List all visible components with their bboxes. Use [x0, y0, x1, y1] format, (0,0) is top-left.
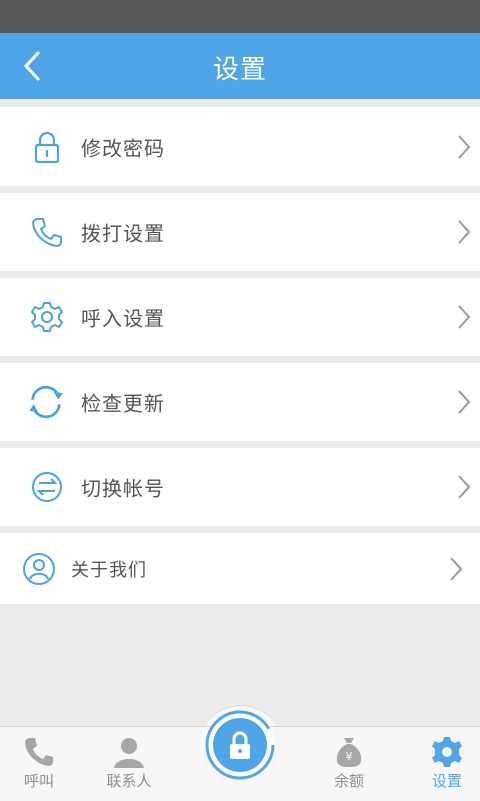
tab-label: 呼叫 [23, 772, 54, 790]
chevron-right-icon [458, 305, 471, 329]
user-icon [23, 552, 55, 585]
chevron-right-icon [458, 220, 471, 244]
refresh-icon [29, 385, 63, 419]
settings-item-incoming-settings[interactable]: 呼入设置 [0, 278, 480, 356]
svg-text:¥: ¥ [346, 750, 353, 763]
gear-icon [31, 302, 63, 332]
tab-settings[interactable]: 设置 [412, 727, 480, 801]
settings-item-label: 修改密码 [81, 136, 165, 160]
gear-icon [432, 737, 462, 767]
settings-item-change-password[interactable]: 修改密码 [0, 107, 480, 186]
settings-item-label: 关于我们 [71, 559, 147, 581]
settings-item-about-us[interactable]: 关于我们 [0, 533, 480, 604]
settings-item-dial-settings[interactable]: 拨打设置 [0, 193, 480, 271]
status-bar [0, 0, 480, 33]
page-title: 设置 [212, 55, 267, 85]
settings-item-label: 检查更新 [81, 391, 165, 416]
contact-icon [114, 738, 144, 768]
settings-item-label: 切换帐号 [81, 476, 165, 501]
center-lock-button[interactable] [205, 710, 275, 780]
tab-label: 设置 [431, 772, 462, 790]
lock-icon [34, 131, 60, 163]
settings-item-check-update[interactable]: 检查更新 [0, 363, 480, 441]
chevron-right-icon [458, 390, 471, 414]
settings-item-label: 拨打设置 [81, 221, 165, 246]
phone-icon [25, 738, 53, 766]
chevron-right-icon [458, 475, 471, 499]
title-bar: 设置 [0, 33, 480, 99]
phone-icon [32, 218, 62, 247]
settings-item-switch-account[interactable]: 切换帐号 [0, 448, 480, 526]
switch-icon [32, 472, 62, 502]
money-bag-icon: ¥ [336, 738, 362, 767]
tab-call[interactable]: 呼叫 [4, 727, 74, 801]
chevron-right-icon [450, 556, 463, 581]
chevron-right-icon [458, 134, 471, 159]
tab-contacts[interactable]: 联系人 [94, 727, 164, 801]
settings-item-label: 呼入设置 [81, 306, 165, 331]
tab-balance[interactable]: ¥ 余额 [314, 727, 384, 801]
tab-label: 余额 [333, 772, 364, 790]
tab-label: 联系人 [106, 772, 152, 790]
lock-icon [205, 710, 275, 780]
